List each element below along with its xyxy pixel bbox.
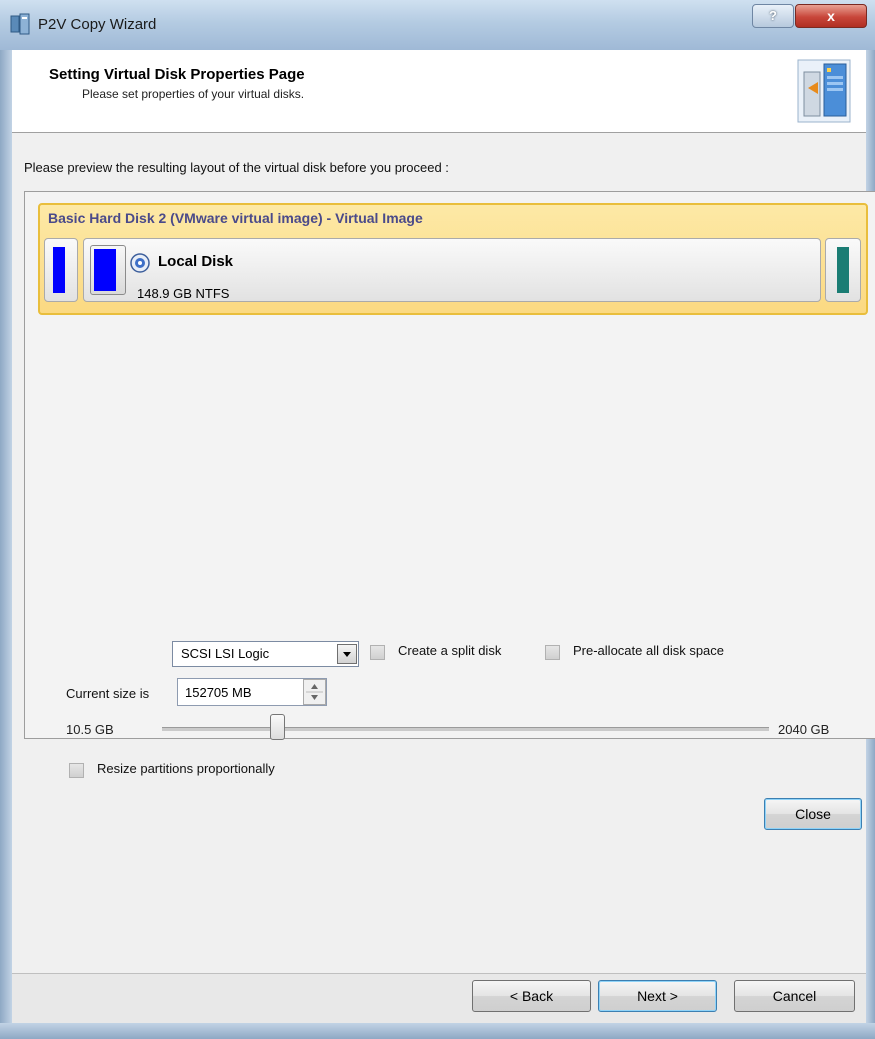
volume-label: Local Disk: [158, 253, 234, 270]
next-button[interactable]: Next >: [598, 980, 717, 1012]
preallocate-label: Pre-allocate all disk space: [573, 643, 725, 658]
partition-start-bar: [53, 247, 65, 293]
current-size-value: 152705 MB: [185, 685, 252, 700]
spinner-arrows-icon: [306, 684, 323, 700]
chevron-down-icon[interactable]: [337, 644, 357, 664]
disk-size-slider-thumb[interactable]: [270, 714, 286, 740]
page-subtitle: Please set properties of your virtual di…: [82, 87, 305, 101]
volume-usage-bar: [94, 249, 116, 291]
wizard-navigation-bar: < Back Next > Cancel: [12, 973, 866, 1024]
wizard-header: Setting Virtual Disk Properties Page Ple…: [12, 50, 866, 133]
back-button[interactable]: < Back: [472, 980, 591, 1012]
split-disk-label: Create a split disk: [398, 643, 502, 658]
app-icon: [10, 13, 30, 35]
partition-end[interactable]: [825, 238, 861, 302]
page-title: Setting Virtual Disk Properties Page: [49, 66, 305, 83]
split-disk-checkbox[interactable]: [370, 645, 385, 660]
volume-info: 148.9 GB NTFS: [137, 286, 230, 301]
current-size-label: Current size is: [66, 686, 150, 701]
window-title-bar: P2V Copy Wizard ? x: [0, 0, 875, 51]
slider-max-label: 2040 GB: [778, 722, 830, 737]
close-button[interactable]: Close: [764, 798, 862, 830]
preview-instruction: Please preview the resulting layout of t…: [24, 160, 449, 175]
partition-start[interactable]: [44, 238, 78, 302]
slider-min-label: 10.5 GB: [66, 722, 114, 737]
window-frame-bottom: [0, 1023, 875, 1039]
controller-type-value: SCSI LSI Logic: [181, 646, 270, 661]
hard-drive-icon: [130, 253, 150, 273]
disk-card[interactable]: Basic Hard Disk 2 (VMware virtual image)…: [38, 203, 868, 315]
disk-name: Basic Hard Disk 2 (VMware virtual image)…: [48, 210, 423, 226]
partition-end-bar: [837, 247, 849, 293]
help-button[interactable]: ?: [752, 4, 794, 28]
cancel-button[interactable]: Cancel: [734, 980, 855, 1012]
window-title: P2V Copy Wizard: [38, 16, 157, 33]
server-disk-icon: [797, 59, 851, 123]
disk-size-slider-track[interactable]: [162, 727, 769, 731]
resize-partitions-label: Resize partitions proportionally: [97, 761, 275, 776]
window-frame-left: [0, 50, 12, 1039]
controller-type-select[interactable]: SCSI LSI Logic: [172, 641, 359, 667]
window-close-button[interactable]: x: [795, 4, 867, 28]
preallocate-checkbox[interactable]: [545, 645, 560, 660]
size-spinner[interactable]: [303, 679, 326, 705]
resize-partitions-checkbox[interactable]: [69, 763, 84, 778]
wizard-content: Please preview the resulting layout of t…: [12, 133, 875, 973]
